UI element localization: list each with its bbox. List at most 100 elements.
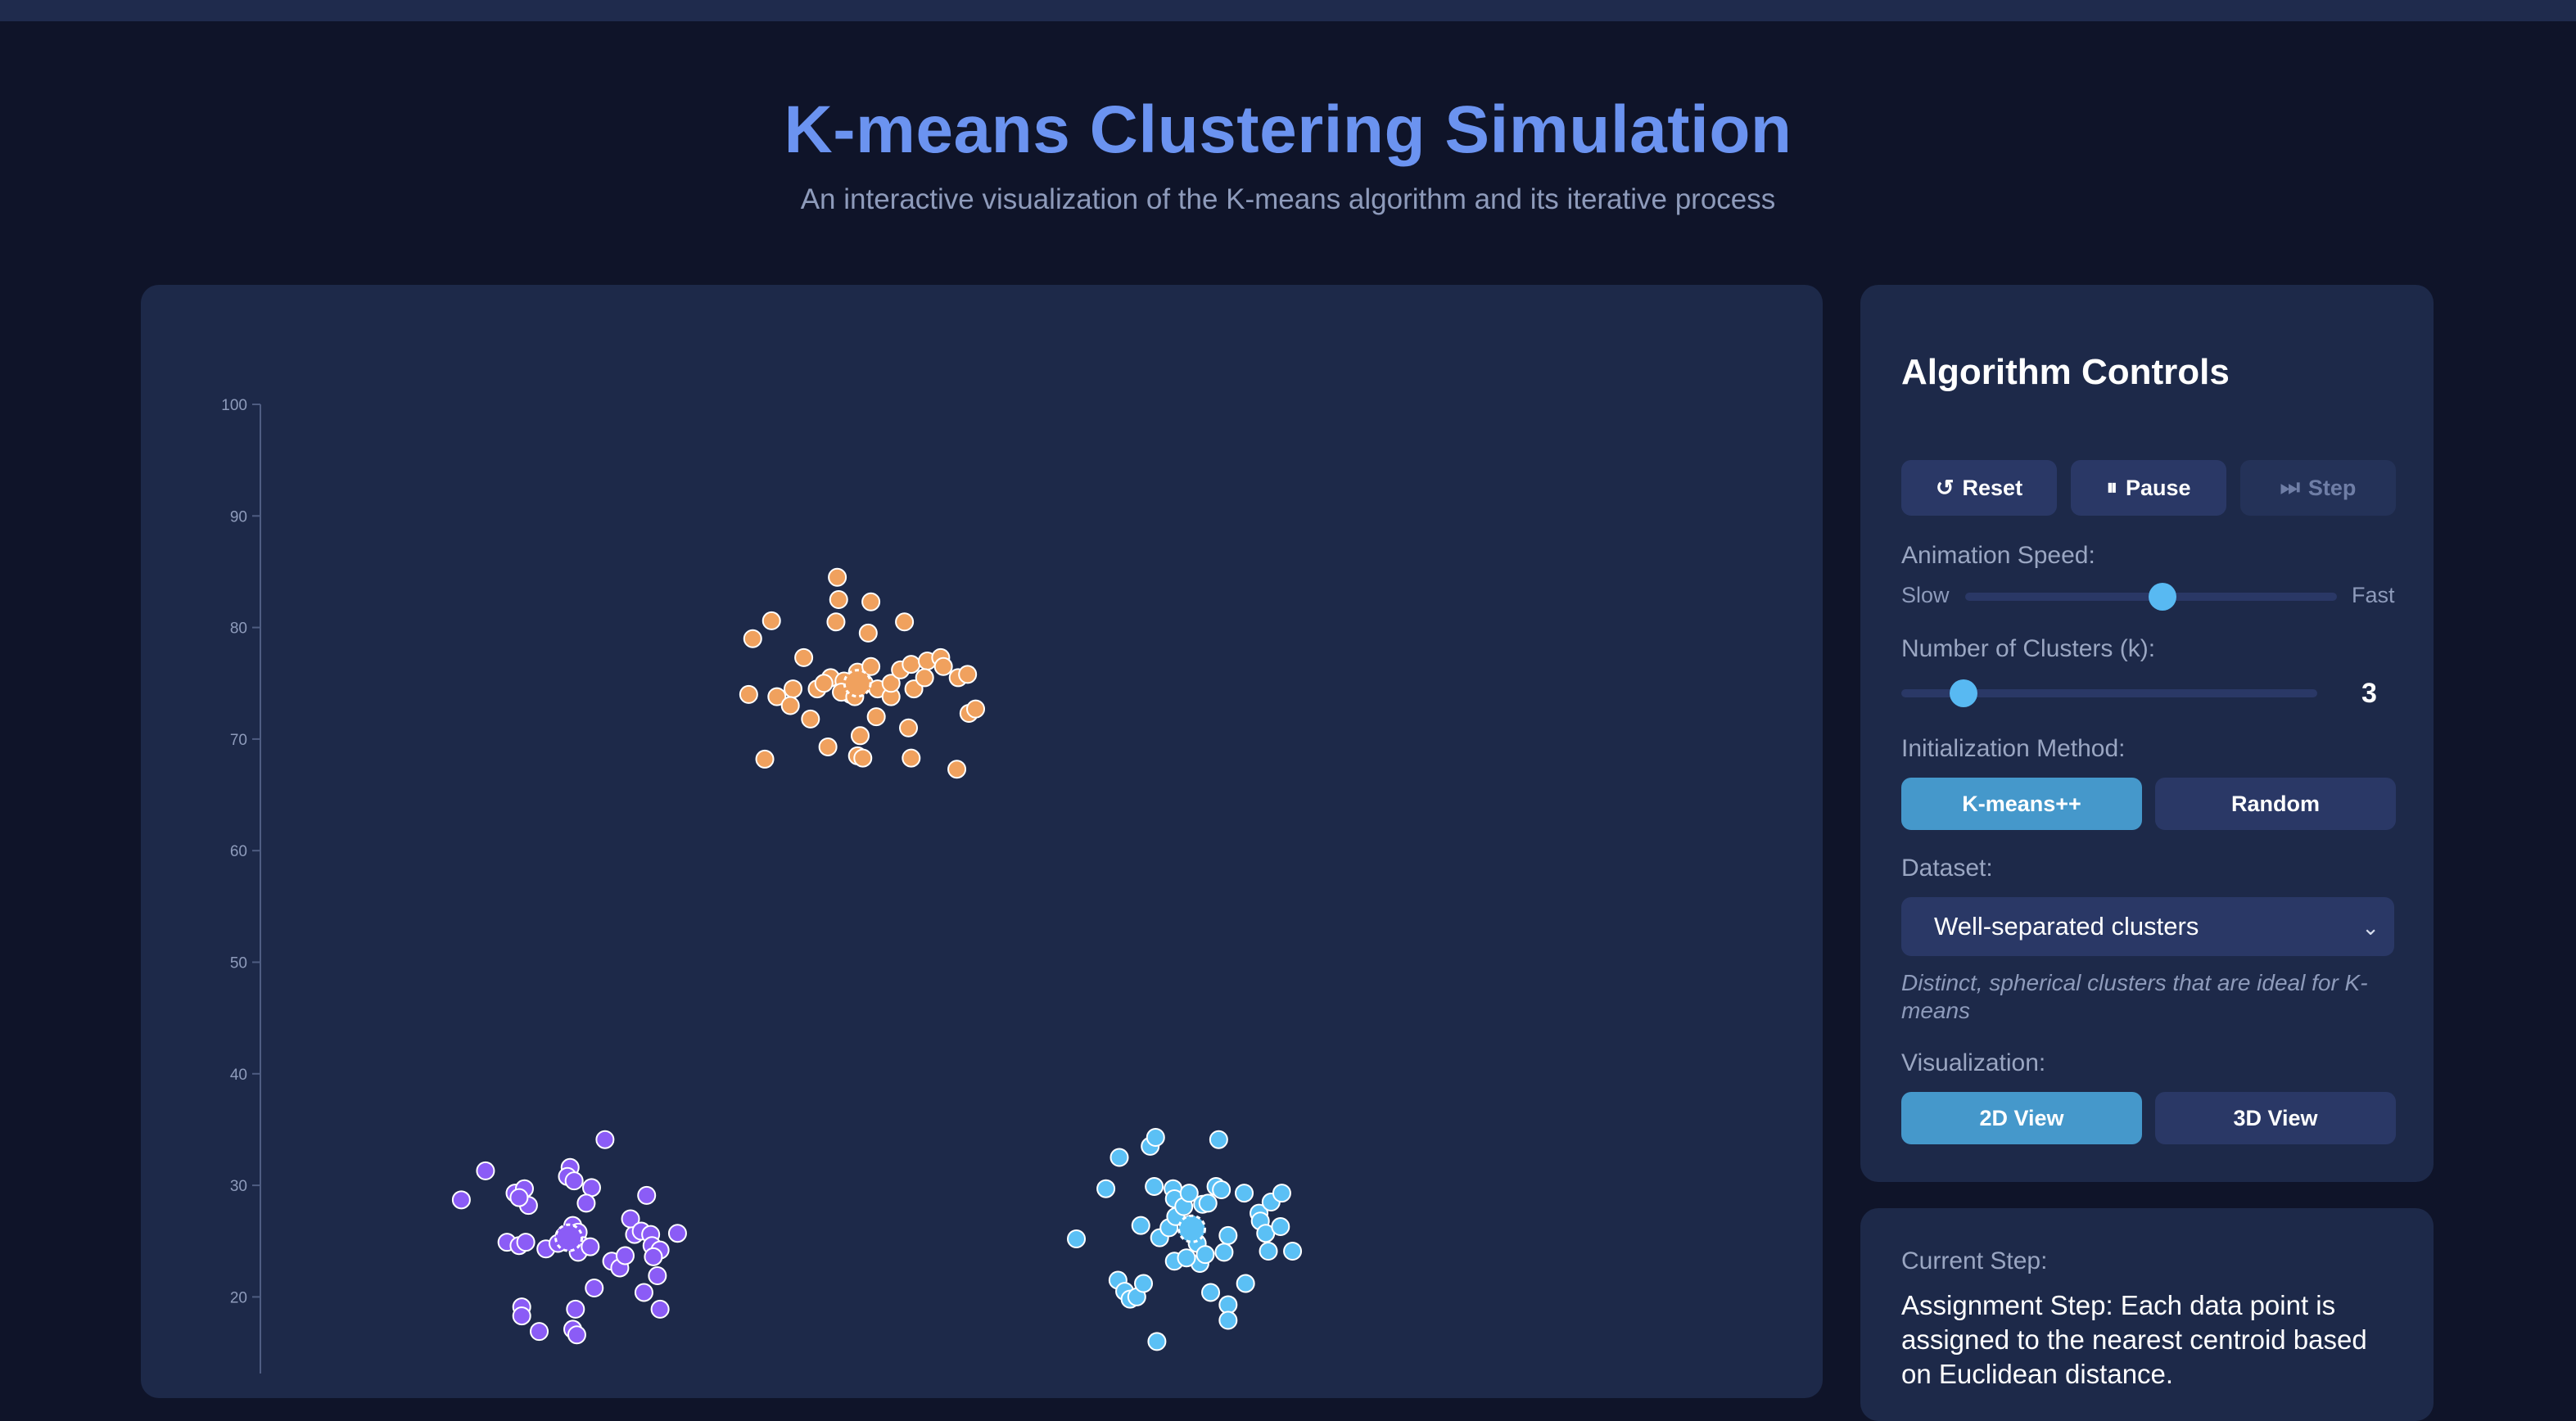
data-point [509, 1188, 529, 1207]
data-point [1259, 1242, 1278, 1261]
data-point [1271, 1217, 1290, 1237]
top-bar [0, 0, 2576, 21]
data-point [1145, 1176, 1164, 1196]
pause-button[interactable]: ⏸ Pause [2071, 460, 2226, 516]
reset-icon: ↺ [1935, 475, 1955, 500]
data-point [1236, 1274, 1255, 1293]
current-step-label: Current Step: [1901, 1247, 2048, 1274]
data-point [1209, 1130, 1228, 1149]
centroid-marker[interactable] [554, 1223, 584, 1252]
y-tick-label: 100 [221, 397, 247, 414]
data-point [637, 1185, 657, 1205]
visualization-panel: 20 30 40 50 60 70 80 90 100 [141, 285, 1823, 1398]
data-point [866, 707, 886, 727]
data-point [858, 623, 878, 643]
data-point [853, 748, 873, 768]
y-tick-label: 30 [230, 1178, 247, 1195]
data-point [530, 1322, 549, 1342]
data-point [1198, 1193, 1218, 1213]
current-step-text: Assignment Step: Each data point is assi… [1901, 1290, 2367, 1389]
data-point [966, 699, 986, 719]
data-point [826, 612, 846, 632]
y-tick-label: 70 [230, 732, 247, 749]
init-kmeanspp-button[interactable]: K-means++ [1901, 778, 2142, 830]
data-point [850, 726, 870, 746]
clusters-slider-thumb[interactable] [1950, 679, 1978, 707]
data-point [743, 629, 762, 648]
current-step-panel: Current Step: Assignment Step: Each data… [1860, 1208, 2434, 1421]
y-tick-label: 20 [230, 1289, 247, 1306]
data-point [1134, 1274, 1154, 1293]
scatter-chart[interactable]: 20 30 40 50 60 70 80 90 100 [141, 285, 1823, 1374]
data-point [755, 749, 775, 769]
centroid-marker[interactable] [843, 669, 872, 698]
data-point [1195, 1245, 1215, 1265]
speed-fast-label: Fast [2352, 583, 2395, 607]
data-point [1218, 1225, 1238, 1245]
data-point [783, 679, 802, 699]
data-point [958, 665, 978, 684]
data-point [516, 1233, 536, 1252]
page-title: K-means Clustering Simulation [784, 92, 1792, 167]
visualization-label: Visualization: [1901, 1049, 2046, 1076]
data-point [739, 684, 758, 704]
data-point [667, 1224, 687, 1243]
data-point [1214, 1243, 1234, 1262]
reset-button[interactable]: ↺ Reset [1901, 460, 2057, 516]
data-point [1218, 1295, 1238, 1315]
data-point [902, 655, 921, 674]
data-point [585, 1278, 604, 1297]
dataset-description: Distinct, spherical clusters that are id… [1901, 970, 2368, 1023]
init-random-button[interactable]: Random [2155, 778, 2396, 830]
data-point [902, 748, 921, 768]
data-point [581, 1237, 600, 1256]
step-label: Step [2307, 475, 2357, 500]
page-subtitle: An interactive visualization of the K-me… [800, 183, 1776, 215]
dataset-select-value: Well-separated clusters [1934, 912, 2199, 941]
centroid-marker[interactable] [1177, 1214, 1207, 1243]
data-point [915, 668, 934, 688]
data-point [828, 567, 847, 587]
data-point [895, 612, 915, 632]
view-2d-button[interactable]: 2D View [1901, 1092, 2142, 1144]
init-method-label: Initialization Method: [1901, 735, 2126, 762]
chevron-down-icon: ⌄ [2361, 915, 2379, 940]
data-point [650, 1299, 670, 1319]
speed-label: Animation Speed: [1901, 542, 2095, 569]
data-point [947, 760, 967, 779]
data-point [476, 1161, 495, 1180]
data-point [1147, 1332, 1167, 1351]
dataset-select[interactable]: Well-separated clusters ⌄ [1901, 897, 2394, 956]
data-point [648, 1266, 667, 1286]
data-point [801, 709, 820, 729]
pause-label: Pause [2125, 475, 2191, 500]
data-point [576, 1193, 596, 1213]
data-point [1218, 1310, 1238, 1330]
algorithm-controls-panel: Algorithm Controls ↺ Reset ⏸ Pause ⏭ Ste… [1860, 285, 2434, 1182]
dataset-label: Dataset: [1901, 855, 1993, 882]
data-point [1212, 1180, 1232, 1200]
speed-slider-thumb[interactable] [2148, 583, 2176, 611]
view-3d-button[interactable]: 3D View [2155, 1092, 2396, 1144]
data-point [566, 1299, 585, 1319]
data-point [818, 737, 838, 756]
data-point [1283, 1242, 1303, 1261]
data-point [762, 611, 781, 630]
step-icon: ⏭ [2280, 475, 2300, 499]
data-point [814, 674, 834, 693]
data-point [829, 590, 848, 610]
data-point [933, 656, 953, 676]
data-point [581, 1178, 601, 1198]
data-point [634, 1283, 653, 1302]
data-point [1146, 1127, 1165, 1147]
step-button[interactable]: ⏭ Step [2240, 460, 2396, 516]
data-point [564, 1171, 584, 1191]
data-point [1096, 1179, 1116, 1198]
reset-label: Reset [1962, 475, 2023, 500]
y-tick-label: 40 [230, 1067, 247, 1084]
data-point [899, 718, 919, 738]
speed-slow-label: Slow [1901, 583, 1950, 607]
y-tick-label: 60 [230, 843, 247, 860]
y-tick-label: 50 [230, 955, 247, 972]
y-tick-label: 80 [230, 620, 247, 638]
